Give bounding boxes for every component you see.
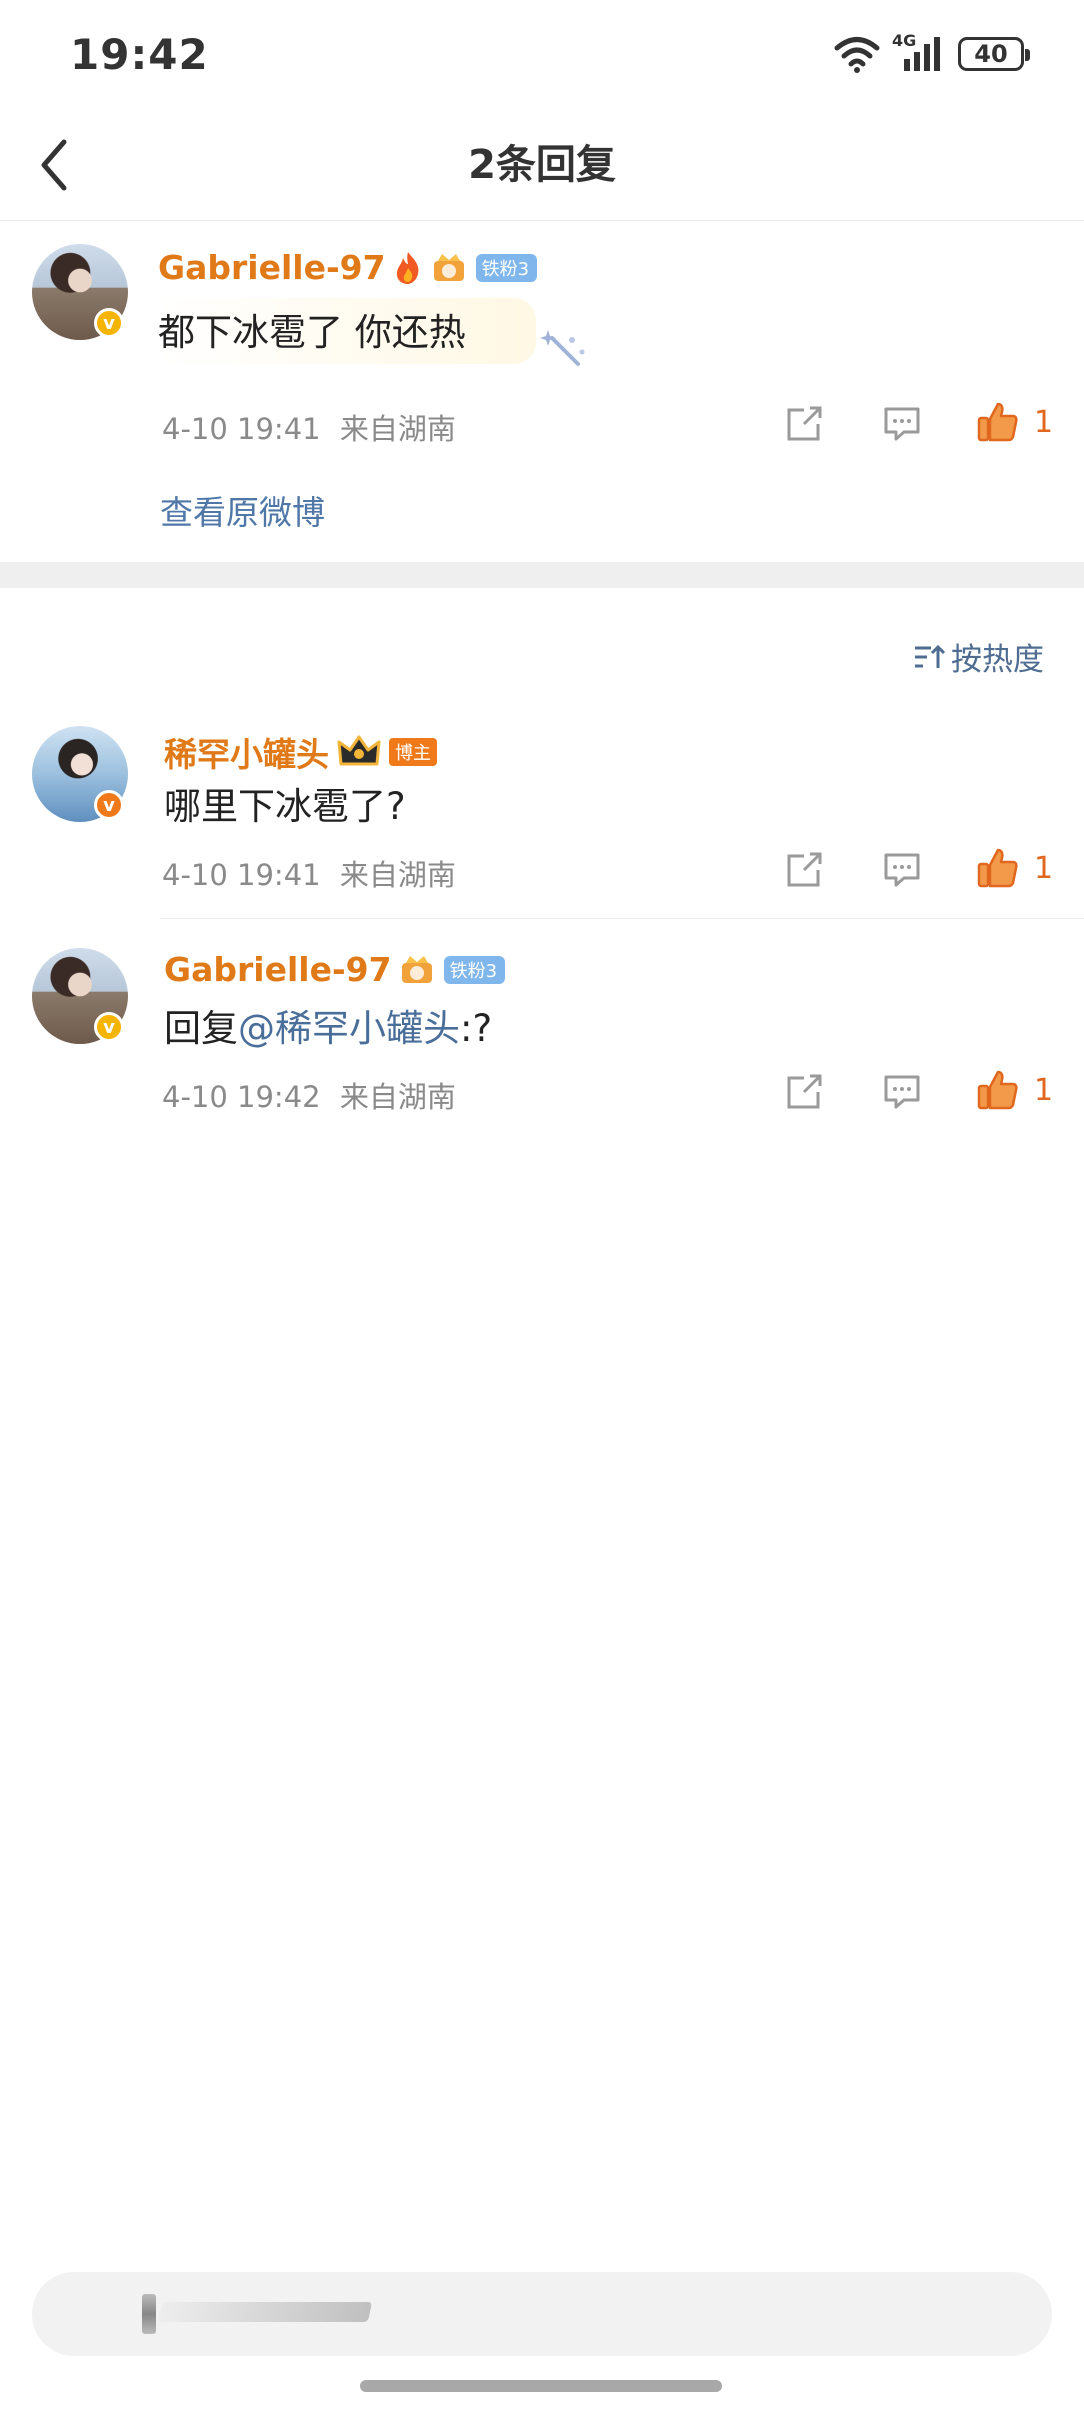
share-button[interactable] — [784, 404, 824, 448]
reply-time: 4-10 19:42 — [162, 1080, 321, 1114]
share-icon — [787, 406, 822, 441]
like-count: 1 — [1034, 404, 1054, 440]
verified-badge-icon: v — [94, 790, 124, 820]
thumbs-up-icon — [977, 402, 1018, 442]
share-button[interactable] — [784, 1072, 824, 1116]
input-cursor — [142, 2294, 156, 2334]
section-divider — [0, 562, 1084, 588]
verified-badge-icon: v — [94, 1012, 124, 1042]
page-title: 2条回复 — [468, 142, 616, 188]
header-divider — [0, 220, 1084, 221]
share-icon — [787, 1074, 822, 1109]
fan-crown-icon — [433, 253, 464, 281]
reply-header: 稀罕小罐头 博主 — [164, 728, 437, 776]
sort-label: 按热度 — [951, 642, 1044, 678]
thumbs-up-icon — [977, 1070, 1018, 1110]
reply-button[interactable] — [882, 404, 922, 448]
comment-header: Gabrielle-97 铁粉3 — [158, 248, 538, 287]
network-type: 4G — [892, 31, 917, 50]
sort-icon — [915, 644, 945, 668]
wifi-icon — [834, 37, 880, 73]
mention-link[interactable]: @稀罕小罐头 — [238, 1007, 460, 1050]
like-count: 1 — [1034, 850, 1054, 886]
reply-meta: 4-10 19:42 来自湖南 — [162, 1074, 456, 1116]
comment-text-bubble: 都下冰雹了 你还热 — [158, 298, 536, 364]
comment-icon — [884, 407, 920, 441]
reply-time: 4-10 19:41 — [162, 858, 321, 892]
reply-header: Gabrielle-97 铁粉3 — [164, 950, 506, 989]
like-button[interactable]: 1 — [976, 400, 1053, 444]
comment-text: 都下冰雹了 你还热 — [158, 311, 466, 354]
battery-icon: 40 — [958, 37, 1030, 71]
signal-icon: 4G — [892, 31, 944, 73]
share-button[interactable] — [784, 850, 824, 894]
input-placeholder-blur — [157, 2302, 373, 2322]
reply-button[interactable] — [882, 850, 922, 894]
sort-button[interactable]: 按热度 — [913, 634, 1044, 679]
sparkle-wand-icon — [540, 330, 585, 366]
username[interactable]: 稀罕小罐头 — [164, 728, 329, 776]
fan-badge: 铁粉3 — [475, 253, 538, 282]
crown-icon — [337, 735, 381, 766]
status-icons: 4G 40 — [834, 31, 1030, 76]
reply-divider — [160, 918, 1084, 919]
thumbs-up-icon — [977, 848, 1018, 888]
username[interactable]: Gabrielle-97 — [158, 248, 386, 287]
fan-badge: 铁粉3 — [443, 955, 506, 984]
comment-avatar[interactable]: v — [32, 244, 128, 340]
comment-icon — [884, 1075, 920, 1109]
username[interactable]: Gabrielle-97 — [164, 950, 392, 989]
reply-avatar[interactable]: v — [32, 948, 128, 1044]
like-button[interactable]: 1 — [976, 1068, 1053, 1112]
comment-meta: 4-10 19:41 来自湖南 — [162, 406, 456, 448]
reply-location: 来自湖南 — [339, 858, 456, 892]
verified-badge-icon: v — [94, 308, 124, 338]
reply-avatar[interactable]: v — [32, 726, 128, 822]
reply-location: 来自湖南 — [339, 1080, 456, 1114]
comment-time: 4-10 19:41 — [162, 412, 321, 446]
status-time: 19:42 — [70, 30, 209, 79]
comment-icon — [884, 853, 920, 887]
reply-meta: 4-10 19:41 来自湖南 — [162, 852, 456, 894]
reply-prefix: 回复 — [164, 1007, 238, 1050]
reply-button[interactable] — [882, 1072, 922, 1116]
view-original-link[interactable]: 查看原微博 — [160, 486, 325, 534]
share-icon — [787, 852, 822, 887]
battery-level: 40 — [974, 40, 1008, 68]
reply-text: 哪里下冰雹了? — [164, 785, 406, 828]
home-indicator[interactable] — [360, 2380, 722, 2392]
like-count: 1 — [1034, 1072, 1054, 1108]
fire-icon — [396, 251, 418, 284]
reply-suffix: :? — [460, 1007, 493, 1050]
like-button[interactable]: 1 — [976, 846, 1053, 890]
comment-location: 来自湖南 — [339, 412, 456, 446]
fan-crown-icon — [401, 955, 432, 983]
host-badge: 博主 — [389, 738, 437, 766]
reply-text: 回复@稀罕小罐头:? — [164, 998, 492, 1052]
